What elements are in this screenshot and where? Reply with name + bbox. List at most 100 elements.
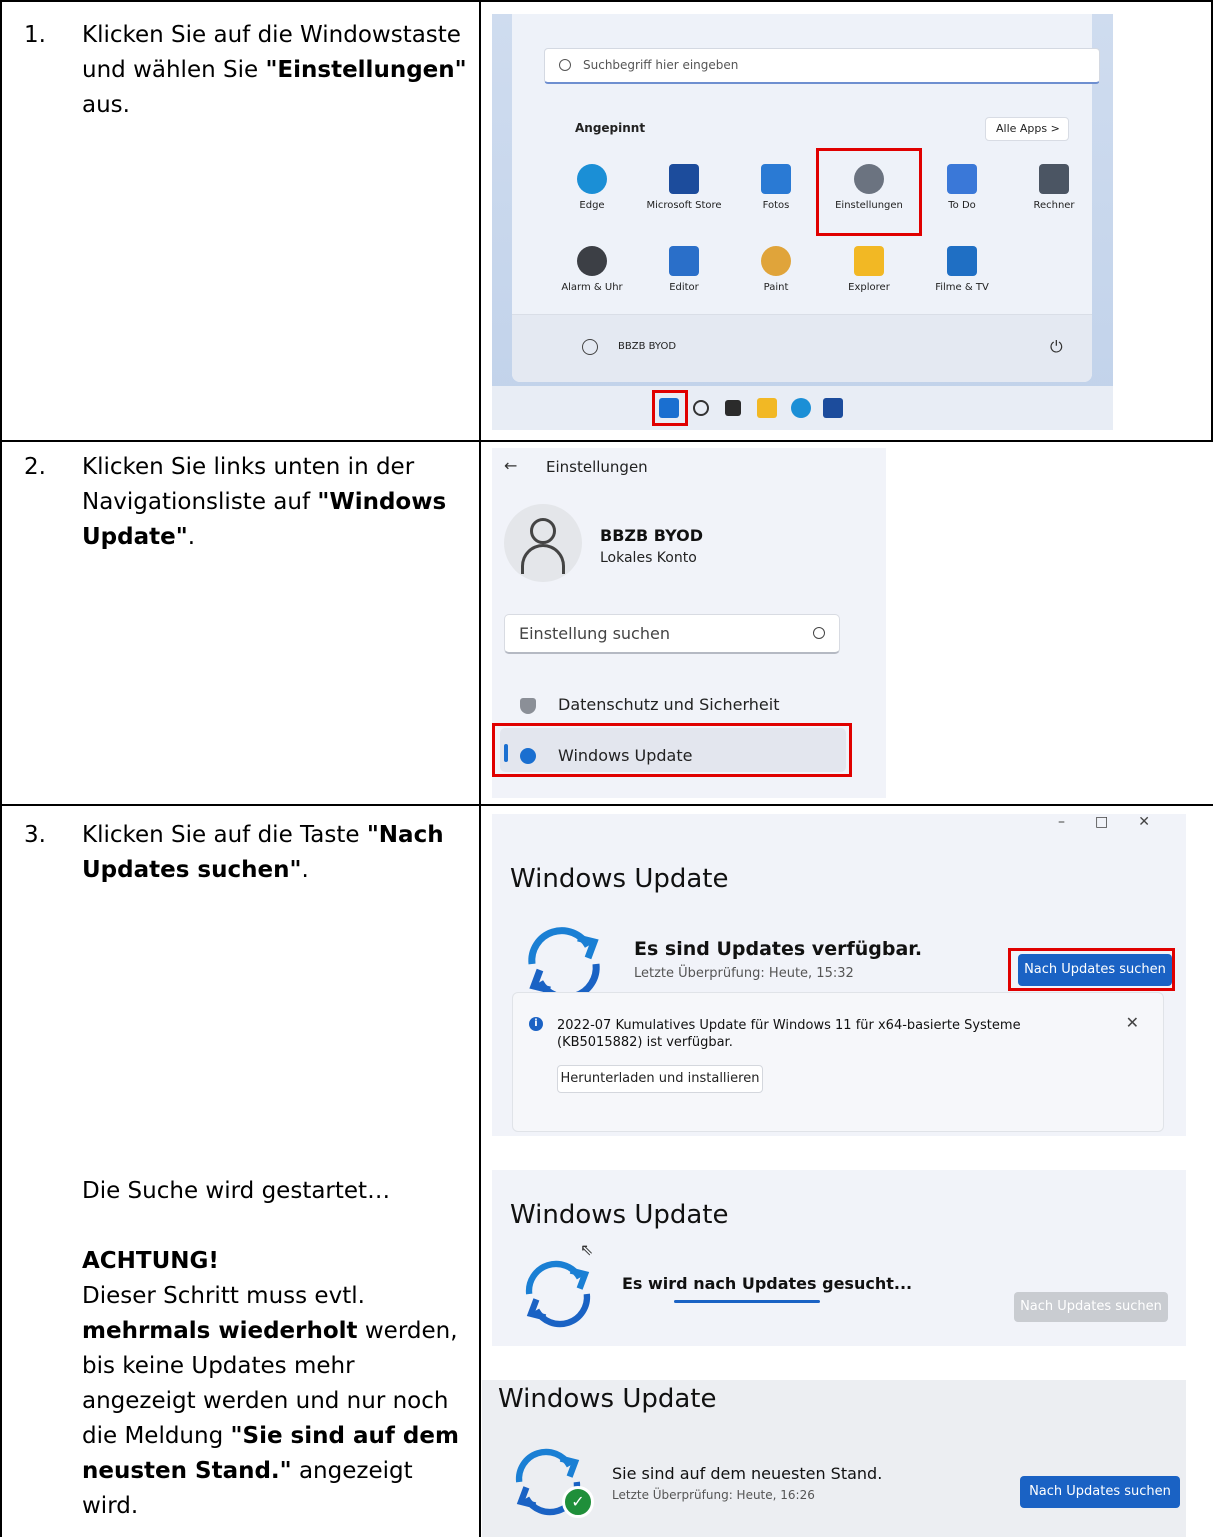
step-text: Klicken Sie auf die Taste "Nach Updates …: [82, 818, 472, 888]
store-icon[interactable]: [823, 398, 843, 418]
app-paint[interactable]: Paint: [726, 246, 826, 293]
step-text-part: .: [187, 524, 196, 550]
explorer-icon[interactable]: [757, 398, 777, 418]
app-fotos[interactable]: Fotos: [726, 164, 826, 211]
notice-text: 2022-07 Kumulatives Update für Windows 1…: [557, 1018, 1021, 1050]
search-icon: [559, 59, 571, 71]
settings-screenshot: ← Einstellungen BBZB BYOD Lokales Konto …: [492, 448, 886, 798]
search-icon[interactable]: [693, 400, 709, 416]
update-current-screenshot: Windows Update ✓ Sie sind auf dem neuest…: [482, 1380, 1186, 1537]
sync-icon: [525, 1260, 591, 1328]
back-arrow-icon[interactable]: ←: [504, 456, 517, 475]
app-rechner[interactable]: Rechner: [1004, 164, 1104, 211]
step-text-part: .: [301, 857, 309, 883]
app-filme-tv[interactable]: Filme & TV: [912, 246, 1012, 293]
app-label: To Do: [948, 200, 976, 211]
palette-icon: [761, 246, 791, 276]
window-controls[interactable]: –□✕: [1058, 814, 1180, 830]
app-label: Paint: [763, 282, 789, 293]
app-label: Filme & TV: [935, 282, 989, 293]
start-search-input[interactable]: Suchbegriff hier eingeben: [544, 48, 1100, 84]
clock-icon: [577, 246, 607, 276]
progress-bar: [674, 1300, 820, 1303]
start-menu-screenshot: Suchbegriff hier eingeben Angepinnt Alle…: [492, 14, 1113, 430]
app-edge[interactable]: Edge: [542, 164, 642, 211]
start-menu: Suchbegriff hier eingeben Angepinnt Alle…: [512, 14, 1100, 382]
step-text: Klicken Sie auf die Windowstaste und wäh…: [82, 18, 472, 123]
power-icon[interactable]: ⏻: [1050, 337, 1063, 357]
last-check: Letzte Überprüfung: Heute, 16:26: [612, 1488, 815, 1502]
user-icon[interactable]: [582, 339, 598, 355]
avatar[interactable]: [504, 504, 582, 582]
highlight-einstellungen: [816, 148, 922, 236]
app-label: Edge: [579, 200, 605, 211]
app-label: Fotos: [762, 200, 790, 211]
highlight-check-updates: [1008, 948, 1175, 991]
user-name: BBZB BYOD: [600, 526, 703, 545]
app-label: Alarm & Uhr: [561, 282, 623, 293]
search-icon: [813, 627, 825, 639]
step-number: 1.: [24, 22, 46, 48]
highlight-windows-key: [652, 390, 688, 426]
user-bar: BBZB BYOD ⏻: [512, 314, 1092, 382]
step-text: Klicken Sie links unten in der Navigatio…: [82, 450, 472, 555]
avatar-body: [521, 544, 565, 574]
note-started: Die Suche wird gestartet…: [82, 1178, 391, 1204]
checkmark-icon: ✓: [562, 1486, 594, 1518]
update-status: Sie sind auf dem neuesten Stand.: [612, 1464, 883, 1483]
film-icon: [947, 246, 977, 276]
warning-part: Dieser Schritt muss evtl.: [82, 1283, 365, 1309]
sidebar-item-privacy[interactable]: Datenschutz und Sicherheit: [558, 695, 779, 714]
app-alarm-uhr[interactable]: Alarm & Uhr: [542, 246, 642, 293]
table-row-divider-1: [0, 440, 1213, 442]
page-title: Windows Update: [510, 864, 729, 894]
app-to-do[interactable]: To Do: [912, 164, 1012, 211]
check-updates-button-disabled[interactable]: Nach Updates suchen: [1014, 1292, 1168, 1322]
check-updates-button[interactable]: Nach Updates suchen: [1020, 1476, 1180, 1508]
step-number: 2.: [24, 454, 46, 480]
table-border-top: [0, 0, 1213, 2]
edge-icon[interactable]: [791, 398, 811, 418]
update-searching-screenshot: Windows Update ⇖ Es wird nach Updates ge…: [492, 1170, 1186, 1346]
update-available-screenshot: –□✕ Windows Update Es sind Updates verfü…: [492, 814, 1186, 1136]
app-label: Explorer: [848, 282, 890, 293]
task-view-icon[interactable]: [725, 400, 741, 416]
avatar-head: [530, 518, 556, 544]
close-icon[interactable]: ✕: [1126, 1013, 1139, 1032]
settings-title: Einstellungen: [546, 458, 648, 476]
table-border-left: [0, 0, 2, 1537]
app-explorer[interactable]: Explorer: [819, 246, 919, 293]
highlight-windows-update: [492, 723, 852, 777]
step-text-emphasis: "Einstellungen": [265, 57, 467, 83]
all-apps-button[interactable]: Alle Apps >: [985, 117, 1069, 141]
notepad-icon: [669, 246, 699, 276]
update-status: Es sind Updates verfügbar.: [634, 938, 923, 960]
checkmark-icon: [947, 164, 977, 194]
store-icon: [669, 164, 699, 194]
settings-search-input[interactable]: Einstellung suchen: [504, 614, 840, 654]
page-title: Windows Update: [510, 1200, 729, 1230]
update-status: Es wird nach Updates gesucht...: [622, 1274, 913, 1293]
shield-icon: [520, 698, 536, 714]
mouse-cursor-icon: ⇖: [580, 1240, 594, 1259]
edge-icon: [577, 164, 607, 194]
app-editor[interactable]: Editor: [634, 246, 734, 293]
last-check: Letzte Überprüfung: Heute, 15:32: [634, 966, 854, 981]
app-microsoft-store[interactable]: Microsoft Store: [634, 164, 734, 211]
account-type: Lokales Konto: [600, 550, 697, 566]
user-name[interactable]: BBZB BYOD: [618, 341, 676, 352]
search-placeholder: Einstellung suchen: [519, 624, 670, 643]
table-row-divider-2: [0, 804, 1213, 806]
pinned-label: Angepinnt: [575, 121, 646, 135]
table-column-divider: [479, 0, 481, 1537]
folder-icon: [854, 246, 884, 276]
app-label: Editor: [669, 282, 699, 293]
step-number: 3.: [24, 822, 46, 848]
download-install-button[interactable]: Herunterladen und installieren: [557, 1065, 763, 1093]
step-text-part: Klicken Sie auf die Taste: [82, 822, 367, 848]
update-notice: i 2022-07 Kumulatives Update für Windows…: [512, 992, 1164, 1132]
search-placeholder: Suchbegriff hier eingeben: [583, 58, 739, 72]
taskbar: [492, 386, 1113, 430]
photos-icon: [761, 164, 791, 194]
page-title: Windows Update: [498, 1384, 717, 1414]
